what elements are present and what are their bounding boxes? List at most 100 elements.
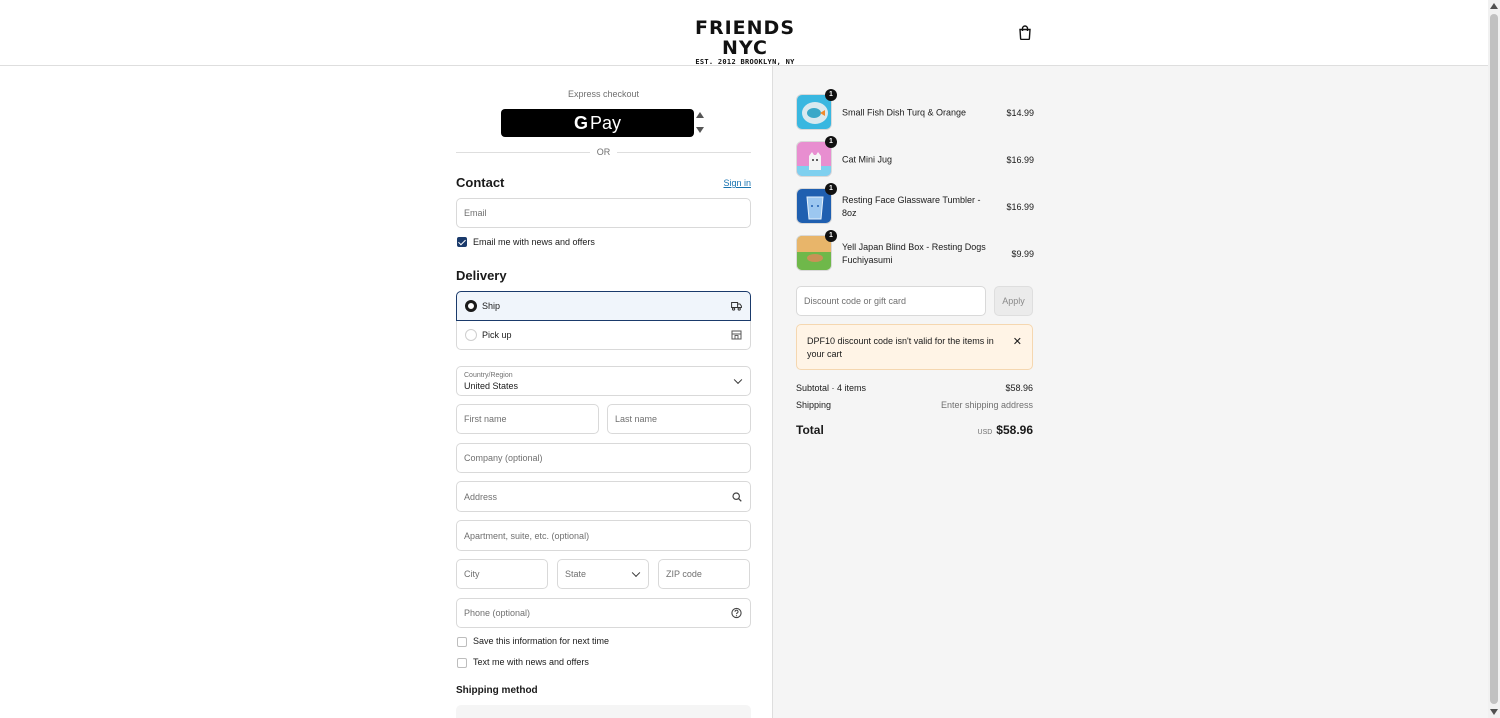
item-name: Cat Mini Jug (842, 154, 893, 165)
page-scrollbar[interactable] (1488, 0, 1500, 718)
cart-item: 1 Small Fish Dish Turq & Orange $14.99 (796, 89, 1034, 132)
item-price: $9.99 (1011, 249, 1034, 259)
store-icon (731, 330, 742, 340)
blind-box-image (797, 236, 831, 270)
close-icon[interactable]: ✕ (1013, 335, 1022, 348)
quantity-badge: 1 (825, 89, 837, 101)
logo-wordmark: FRIENDS NYC (694, 17, 795, 59)
ship-label: Ship (482, 301, 501, 311)
brand-logo[interactable]: FRIENDS NYC EST. 2012 BROOKLYN, NY (690, 18, 800, 67)
fish-dish-image (802, 102, 828, 124)
caret-down-icon[interactable] (696, 127, 704, 133)
apply-discount-button[interactable]: Apply (994, 286, 1033, 316)
quantity-badge: 1 (825, 183, 837, 195)
glass-tumbler-image (806, 196, 824, 220)
total-row: Total USD $58.96 (796, 423, 1033, 437)
city-field[interactable]: City (456, 559, 548, 589)
item-price: $16.99 (1006, 202, 1034, 212)
country-region-label: Country/Region (464, 372, 513, 379)
search-icon (732, 491, 742, 502)
country-region-select[interactable]: Country/Region United States (456, 366, 751, 396)
item-name: Small Fish Dish Turq & Orange (842, 107, 967, 118)
subtotal-label: Subtotal · 4 items (796, 383, 867, 393)
item-price: $16.99 (1006, 155, 1034, 165)
express-scroll-arrows[interactable] (696, 111, 704, 135)
total-value: $58.96 (996, 423, 1033, 437)
delivery-option-ship[interactable]: Ship (456, 291, 751, 321)
address-field[interactable]: Address (456, 481, 751, 512)
cart-item: 1 Resting Face Glassware Tumbler - 8oz $… (796, 183, 1034, 226)
text-me-checkbox[interactable] (457, 658, 467, 668)
subtotal-row: Subtotal · 4 items $58.96 (796, 383, 1033, 393)
gpay-label: Pay (589, 112, 622, 133)
shipping-method-heading: Shipping method (456, 685, 538, 696)
shipping-label: Shipping (796, 400, 832, 410)
site-header: FRIENDS NYC EST. 2012 BROOKLYN, NY (0, 0, 1488, 66)
city-placeholder: City (464, 569, 480, 579)
address-placeholder: Address (464, 491, 498, 502)
divider-line-right (617, 152, 751, 153)
pickup-label: Pick up (482, 330, 512, 340)
scroll-thumb[interactable] (1490, 14, 1498, 704)
last-name-placeholder: Last name (615, 414, 658, 424)
cart-item: 1 Yell Japan Blind Box - Resting Dogs Fu… (796, 230, 1034, 273)
company-placeholder: Company (optional) (464, 453, 543, 463)
google-g-icon: G (573, 112, 588, 133)
help-question-icon[interactable] (731, 607, 742, 619)
discount-code-field[interactable]: Discount code or gift card (796, 286, 986, 316)
or-divider: OR (456, 146, 751, 158)
zip-code-field[interactable]: ZIP code (658, 559, 750, 589)
subtotal-value: $58.96 (1005, 383, 1033, 393)
item-name: Resting Face Glassware Tumbler - 8oz (842, 195, 981, 218)
email-news-label: Email me with news and offers (473, 237, 595, 247)
express-checkout-label: Express checkout (567, 89, 640, 99)
delivery-option-pickup[interactable]: Pick up (456, 321, 751, 350)
shipping-method-notice (456, 705, 751, 718)
total-label: Total (796, 423, 824, 437)
discount-error-alert: DPF10 discount code isn't valid for the … (796, 324, 1033, 370)
caret-up-icon[interactable] (696, 112, 704, 118)
pickup-radio[interactable] (465, 329, 477, 341)
last-name-field[interactable]: Last name (607, 404, 751, 434)
apartment-placeholder: Apartment, suite, etc. (optional) (464, 530, 590, 541)
chevron-down-icon (631, 568, 641, 578)
currency-code: USD (977, 429, 993, 436)
country-region-value: United States (464, 381, 519, 391)
scroll-up-arrow-icon[interactable] (1490, 3, 1498, 9)
truck-icon (731, 302, 742, 311)
phone-field[interactable]: Phone (optional) (456, 598, 751, 628)
total-amount: USD $58.96 (978, 423, 1033, 437)
quantity-badge: 1 (825, 136, 837, 148)
contact-heading: Contact (456, 175, 505, 190)
company-field[interactable]: Company (optional) (456, 443, 751, 473)
save-info-label: Save this information for next time (473, 636, 610, 646)
delivery-heading: Delivery (456, 268, 507, 283)
zip-code-placeholder: ZIP code (666, 569, 702, 579)
ship-radio[interactable] (465, 300, 477, 312)
email-news-checkbox[interactable] (457, 237, 467, 247)
phone-placeholder: Phone (optional) (464, 608, 531, 618)
first-name-field[interactable]: First name (456, 404, 599, 434)
email-field[interactable]: Email (456, 198, 751, 228)
shipping-row: Shipping Enter shipping address (796, 400, 1033, 410)
cart-item: 1 Cat Mini Jug $16.99 (796, 136, 1034, 179)
item-price: $14.99 (1006, 108, 1034, 118)
save-info-checkbox[interactable] (457, 637, 467, 647)
google-pay-button[interactable]: G Pay (501, 109, 694, 137)
state-select[interactable]: State (557, 559, 649, 589)
delivery-options: Ship Pick up (456, 291, 751, 350)
alert-message: DPF10 discount code isn't valid for the … (807, 336, 994, 359)
quantity-badge: 1 (825, 230, 837, 242)
first-name-placeholder: First name (464, 414, 507, 424)
scroll-down-arrow-icon[interactable] (1490, 709, 1498, 715)
apartment-field[interactable]: Apartment, suite, etc. (optional) (456, 520, 751, 551)
email-placeholder: Email (464, 208, 487, 218)
discount-placeholder: Discount code or gift card (804, 296, 907, 306)
chevron-down-icon (733, 375, 743, 385)
item-name: Yell Japan Blind Box - Resting Dogs Fuch… (842, 242, 986, 265)
state-placeholder: State (565, 569, 587, 579)
sign-in-link[interactable]: Sign in (710, 178, 751, 188)
text-me-label: Text me with news and offers (473, 657, 589, 667)
shopping-bag-icon[interactable] (1018, 25, 1032, 40)
cat-jug-image (797, 152, 831, 176)
